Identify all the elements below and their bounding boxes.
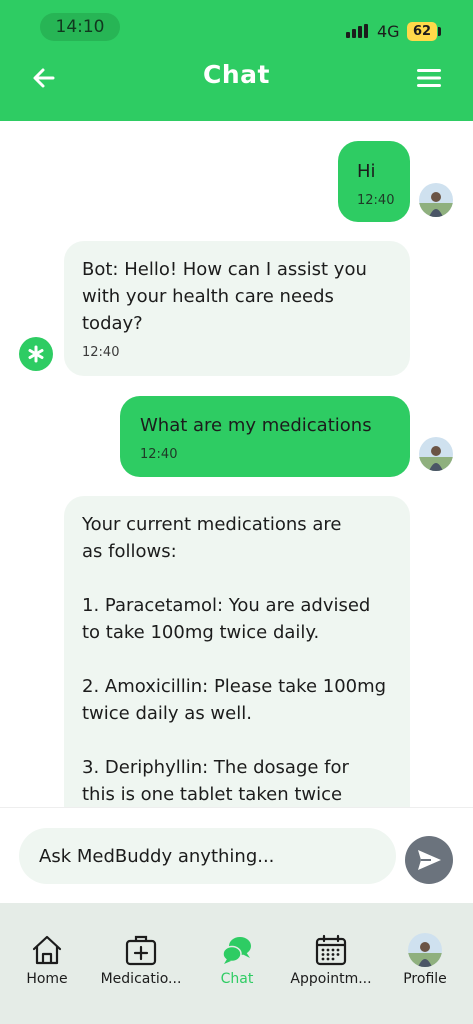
message-text: Bot: Hello! How can I assist you with yo…: [82, 259, 367, 334]
status-bar: 14:10 4G 62: [0, 0, 473, 52]
message-time: 12:40: [82, 345, 120, 360]
menu-button[interactable]: [414, 66, 444, 90]
message-input[interactable]: [19, 828, 396, 884]
message-text: What are my medications: [140, 415, 372, 436]
nav-item-medications[interactable]: Medicatio...: [96, 933, 186, 987]
nav-label: Appointm...: [290, 971, 372, 987]
message-time: 12:40: [140, 447, 178, 462]
nav-item-appointments[interactable]: Appointm...: [286, 933, 376, 987]
status-time: 14:10: [40, 13, 120, 41]
chat-bubbles-icon: [222, 937, 251, 964]
signal-icon: [346, 24, 370, 38]
nav-label: Profile: [403, 971, 447, 987]
message-text: Your current medications are as follows:…: [82, 514, 387, 805]
message-composer: [0, 807, 473, 903]
app-header: 14:10 4G 62 Chat: [0, 0, 473, 121]
hamburger-menu-icon: [417, 69, 441, 87]
bot-message: Your current medications are as follows:…: [64, 496, 410, 807]
message-text: Hi: [357, 161, 376, 182]
medical-kit-icon: [125, 935, 157, 966]
network-type: 4G: [377, 22, 400, 41]
nav-item-profile[interactable]: Profile: [380, 933, 470, 987]
send-button[interactable]: [405, 836, 453, 884]
nav-item-chat[interactable]: Chat: [192, 933, 282, 987]
message-time: 12:40: [357, 193, 395, 208]
bottom-navigation: Home Medicatio... Chat Appointm... Profi…: [0, 903, 473, 1024]
battery-icon: 62: [407, 22, 437, 41]
user-avatar: [419, 437, 453, 471]
send-icon: [418, 850, 441, 870]
user-avatar: [419, 183, 453, 217]
calendar-icon: [315, 934, 347, 966]
nav-label: Chat: [220, 971, 254, 987]
page-title: Chat: [203, 60, 270, 89]
profile-avatar: [408, 933, 442, 967]
nav-item-home[interactable]: Home: [2, 933, 92, 987]
nav-label: Home: [26, 971, 68, 987]
user-message: What are my medications 12:40: [120, 396, 410, 477]
user-message: Hi 12:40: [338, 141, 410, 222]
bot-message: Bot: Hello! How can I assist you with yo…: [64, 241, 410, 376]
bot-avatar: [19, 337, 53, 371]
asterisk-icon: [28, 345, 44, 363]
battery-tip: [438, 27, 441, 36]
chat-messages[interactable]: Hi 12:40 Bot: Hello! How can I assist yo…: [0, 121, 473, 807]
home-icon: [32, 935, 62, 965]
nav-label: Medicatio...: [100, 971, 182, 987]
